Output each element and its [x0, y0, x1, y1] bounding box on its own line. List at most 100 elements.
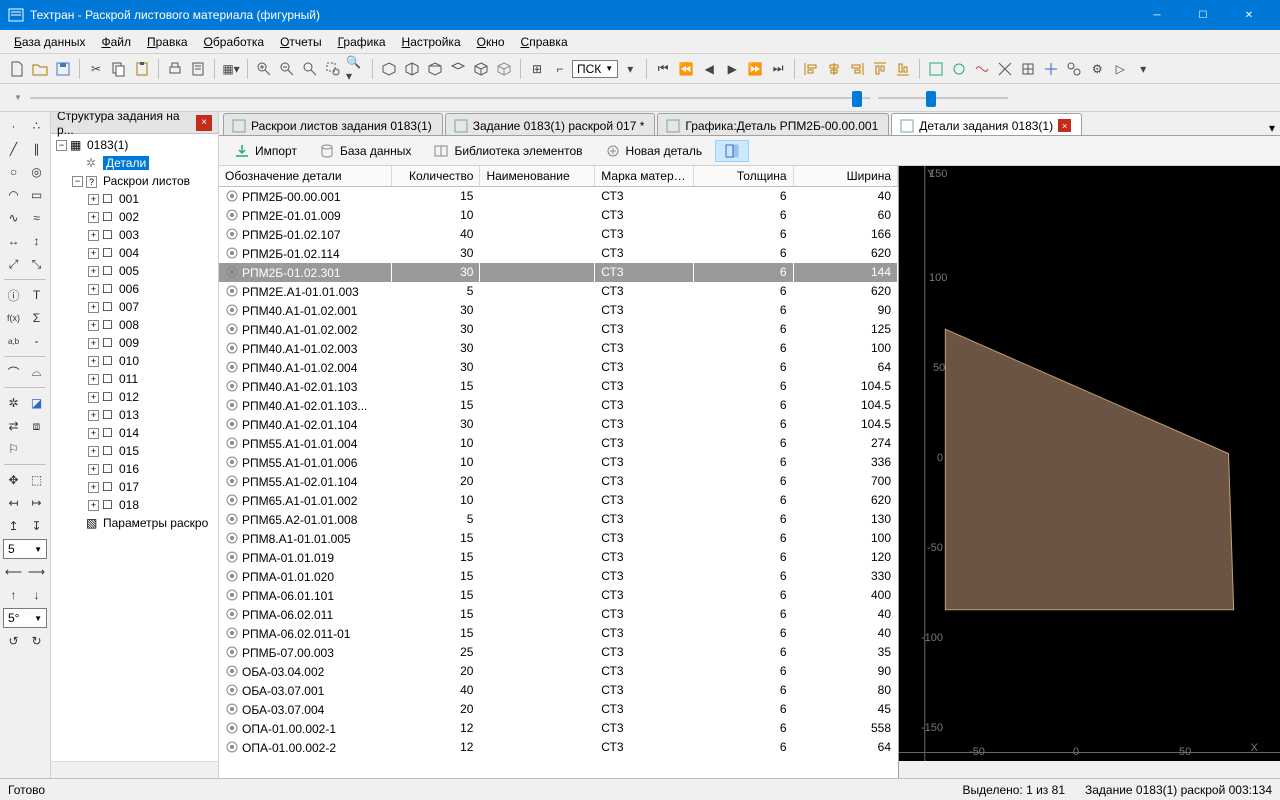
print-icon[interactable] — [164, 58, 186, 80]
close-button[interactable]: ✕ — [1226, 0, 1272, 30]
table-row[interactable]: РПМ40.А1-01.02.00430СТ3664 — [219, 358, 898, 377]
col-width[interactable]: Ширина — [793, 166, 897, 187]
align-left-icon[interactable] — [800, 58, 822, 80]
arrow-l-icon[interactable]: ↤ — [4, 493, 24, 513]
erase-icon[interactable]: ◪ — [27, 393, 47, 413]
arc2-icon[interactable]: ⌒ — [4, 362, 24, 382]
menu-отчеты[interactable]: Отчеты — [272, 33, 330, 51]
tab-close-icon[interactable]: × — [1058, 119, 1071, 132]
table-row[interactable]: РПМ65.А1-01.01.00210СТ36620 — [219, 491, 898, 510]
table-hscroll[interactable] — [219, 761, 898, 778]
zoom-out-icon[interactable] — [276, 58, 298, 80]
table-row[interactable]: ОБА-03.07.00420СТ3645 — [219, 700, 898, 719]
align-center-icon[interactable] — [823, 58, 845, 80]
arc-icon[interactable]: ◠ — [4, 185, 24, 205]
menu-база данных[interactable]: База данных — [6, 33, 93, 51]
tree-node[interactable]: ✲Детали — [53, 154, 216, 172]
text2-icon[interactable]: T — [27, 285, 47, 305]
table-row[interactable]: РПМ2Б-01.02.30130СТ36144 — [219, 263, 898, 282]
spline2-icon[interactable]: ≈ — [27, 208, 47, 228]
tree-node[interactable]: +☐011 — [53, 370, 216, 388]
view-side-icon[interactable] — [424, 58, 446, 80]
flag-icon[interactable]: ⚐ — [4, 439, 24, 459]
preview-toggle-button[interactable] — [715, 140, 749, 162]
col-designation[interactable]: Обозначение детали — [219, 166, 391, 187]
table-row[interactable]: ОБА-03.07.00140СТ3680 — [219, 681, 898, 700]
mirror-icon[interactable]: ⧈ — [27, 416, 47, 436]
arc3-icon[interactable]: ⌓ — [27, 362, 47, 382]
view-top-icon[interactable] — [447, 58, 469, 80]
tool-d-icon[interactable] — [994, 58, 1016, 80]
tree-node[interactable]: +☐014 — [53, 424, 216, 442]
menu-файл[interactable]: Файл — [93, 33, 139, 51]
align-bottom-icon[interactable] — [892, 58, 914, 80]
doc-tab[interactable]: Детали задания 0183(1)× — [891, 113, 1082, 135]
table-row[interactable]: РПМ40.А1-02.01.10430СТ36104.5 — [219, 415, 898, 434]
import-button[interactable]: Импорт — [225, 140, 306, 162]
rect-icon[interactable]: ▭ — [27, 185, 47, 205]
menu-настройка[interactable]: Настройка — [394, 33, 469, 51]
tool-f-icon[interactable] — [1040, 58, 1062, 80]
speed-slider[interactable] — [878, 88, 1008, 108]
part-preview[interactable]: Y X 150 100 50 0 -50 -100 -150 -50 0 50 — [899, 166, 1280, 778]
tree-node[interactable]: −?Раскрои листов — [53, 172, 216, 190]
copy-icon[interactable] — [108, 58, 130, 80]
view-3d2-icon[interactable] — [493, 58, 515, 80]
snap-icon[interactable]: ⌐ — [549, 58, 571, 80]
settings-icon[interactable]: ▦▾ — [220, 58, 242, 80]
new-file-icon[interactable] — [6, 58, 28, 80]
palette-combo-step[interactable]: 5▼ — [3, 539, 47, 559]
dim3-icon[interactable]: ⤢ — [4, 254, 24, 274]
menu-правка[interactable]: Правка — [139, 33, 196, 51]
zoom-fit-icon[interactable] — [299, 58, 321, 80]
table-row[interactable]: ОПА-01.00.002-112СТ36558 — [219, 719, 898, 738]
table-row[interactable]: РПМ40.А1-01.02.00130СТ3690 — [219, 301, 898, 320]
tree-node[interactable]: +☐015 — [53, 442, 216, 460]
view-front-icon[interactable] — [401, 58, 423, 80]
table-row[interactable]: РПМА-01.01.02015СТ36330 — [219, 567, 898, 586]
long-d-icon[interactable]: ↓ — [27, 585, 47, 605]
paste-icon[interactable] — [131, 58, 153, 80]
parallel-icon[interactable]: ∥ — [27, 139, 47, 159]
nav-last-icon[interactable]: ⏭ — [767, 58, 789, 80]
align-top-icon[interactable] — [869, 58, 891, 80]
tree-node[interactable]: +☐008 — [53, 316, 216, 334]
table-row[interactable]: РПМ55.А1-01.01.00610СТ36336 — [219, 453, 898, 472]
tree-hscroll[interactable] — [51, 761, 218, 778]
view-iso-icon[interactable] — [378, 58, 400, 80]
tree-node[interactable]: +☐009 — [53, 334, 216, 352]
cut-icon[interactable]: ✂ — [85, 58, 107, 80]
rot-cw-icon[interactable]: ↻ — [27, 631, 47, 651]
table-row[interactable]: РПМА-06.02.01115СТ3640 — [219, 605, 898, 624]
link-icon[interactable]: ⇄ — [4, 416, 24, 436]
table-row[interactable]: РПМ8.А1-01.01.00515СТ36100 — [219, 529, 898, 548]
label-icon[interactable]: a,b — [4, 331, 24, 351]
menu-окно[interactable]: Окно — [469, 33, 513, 51]
tree-node[interactable]: +☐002 — [53, 208, 216, 226]
tree-node[interactable]: +☐013 — [53, 406, 216, 424]
minimize-button[interactable]: ─ — [1134, 0, 1180, 30]
table-row[interactable]: ОБА-03.04.00220СТ3690 — [219, 662, 898, 681]
tree-node[interactable]: +☐016 — [53, 460, 216, 478]
rot-ccw-icon[interactable]: ↺ — [4, 631, 24, 651]
text-icon[interactable]: ⓘ — [4, 285, 24, 305]
col-name[interactable]: Наименование — [480, 166, 595, 187]
pointer-icon[interactable]: · — [4, 116, 24, 136]
tree-node[interactable]: +☐006 — [53, 280, 216, 298]
move-icon[interactable]: ✥ — [4, 470, 24, 490]
long-u-icon[interactable]: ↑ — [4, 585, 24, 605]
tool-b-icon[interactable] — [948, 58, 970, 80]
library-button[interactable]: Библиотека элементов — [424, 140, 591, 162]
tool-j-icon[interactable]: ▾ — [1132, 58, 1154, 80]
table-row[interactable]: РПМ2Б-01.02.11430СТ36620 — [219, 244, 898, 263]
table-row[interactable]: РПМ2Е-01.01.00910СТ3660 — [219, 206, 898, 225]
report-icon[interactable] — [187, 58, 209, 80]
save-icon[interactable] — [52, 58, 74, 80]
menu-графика[interactable]: Графика — [330, 33, 394, 51]
long-r-icon[interactable]: ⟶ — [27, 562, 47, 582]
menu-справка[interactable]: Справка — [513, 33, 576, 51]
line-icon[interactable]: ╱ — [4, 139, 24, 159]
doc-tab[interactable]: Раскрои листов задания 0183(1) — [223, 113, 443, 135]
col-material[interactable]: Марка матери... — [595, 166, 694, 187]
table-row[interactable]: РПМ55.А1-01.01.00410СТ36274 — [219, 434, 898, 453]
